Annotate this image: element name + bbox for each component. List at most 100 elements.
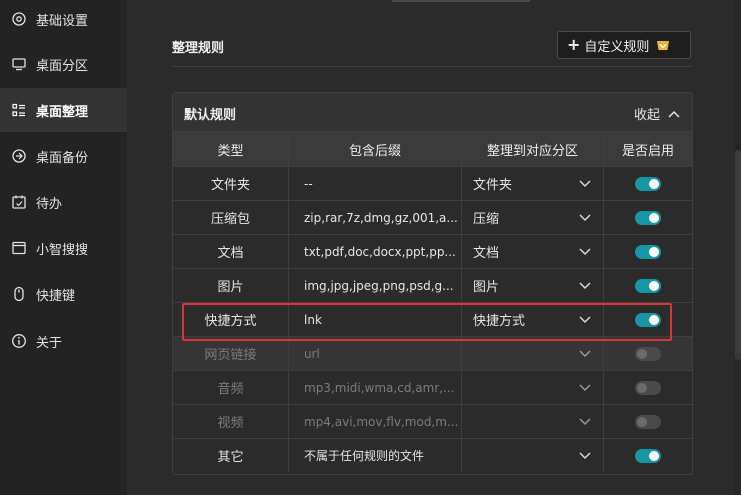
partition-select[interactable] xyxy=(461,439,603,472)
partition-select[interactable] xyxy=(461,337,603,370)
custom-rule-button[interactable]: + 自定义规则 xyxy=(557,31,691,59)
sidebar-item-search[interactable]: 小智搜搜 xyxy=(0,226,127,270)
mouse-icon xyxy=(11,286,27,302)
chevron-down-icon xyxy=(579,247,591,255)
table-row: 压缩包 zip,rar,7z,dmg,gz,001,a... 压缩 xyxy=(173,200,692,234)
rule-type: 文件夹 xyxy=(210,178,250,193)
enabled-cell xyxy=(603,303,692,336)
monitor-icon xyxy=(11,56,27,72)
chevron-down-icon xyxy=(579,349,591,357)
sidebar-item-about[interactable]: 关于 xyxy=(0,319,127,363)
enabled-cell xyxy=(603,201,692,234)
enabled-cell xyxy=(603,439,692,472)
collapse-label: 收起 xyxy=(633,108,660,123)
enable-toggle[interactable] xyxy=(635,448,661,463)
enable-toggle[interactable] xyxy=(635,176,661,191)
chevron-down-icon xyxy=(579,417,591,425)
section-divider xyxy=(172,66,692,67)
table-row: 文件夹 -- 文件夹 xyxy=(173,166,692,200)
sidebar-item-label: 小智搜搜 xyxy=(36,242,89,258)
rule-suffix: lnk xyxy=(288,303,461,336)
sidebar: 基础设置 桌面分区 桌面整理 桌面备份 待办 小智搜搜 快捷键 关于 xyxy=(0,0,127,495)
rule-suffix: zip,rar,7z,dmg,gz,001,a... xyxy=(288,201,461,234)
rule-suffix: txt,pdf,doc,docx,ppt,pp... xyxy=(288,235,461,268)
rule-type: 其它 xyxy=(217,450,244,465)
enable-toggle[interactable] xyxy=(635,346,661,361)
table-header: 类型 包含后缀 整理到对应分区 是否启用 xyxy=(173,131,692,166)
rule-type: 图片 xyxy=(217,280,244,295)
chevron-down-icon xyxy=(579,179,591,187)
table-row: 音频 mp3,midi,wma,cd,amr,... xyxy=(173,370,692,404)
partition-value: 文档 xyxy=(473,246,500,261)
toggle-knob xyxy=(649,212,659,223)
table-row: 视频 mp4,avi,mov,flv,mod,m... xyxy=(173,404,692,438)
table-row: 网页链接 url xyxy=(173,336,692,370)
info-icon xyxy=(11,333,27,349)
rule-type: 网页链接 xyxy=(204,348,257,363)
chevron-down-icon xyxy=(579,451,591,459)
column-header-type: 类型 xyxy=(217,143,244,159)
enable-toggle[interactable] xyxy=(635,380,661,395)
enabled-cell xyxy=(603,337,692,370)
column-header-partition: 整理到对应分区 xyxy=(461,132,603,166)
enabled-cell xyxy=(603,371,692,404)
sidebar-item-label: 待办 xyxy=(36,196,63,212)
sidebar-item-desktop-backup[interactable]: 桌面备份 xyxy=(0,134,127,178)
rule-suffix: img,jpg,jpeg,png,psd,g... xyxy=(288,269,461,302)
toggle-knob xyxy=(637,382,647,393)
collapse-button[interactable]: 收起 xyxy=(634,104,680,123)
custom-rule-label: 自定义规则 xyxy=(584,39,650,55)
chevron-down-icon xyxy=(579,315,591,323)
toggle-knob xyxy=(649,246,659,257)
enable-toggle[interactable] xyxy=(635,278,661,293)
enable-toggle[interactable] xyxy=(635,244,661,259)
partition-select[interactable]: 文件夹 xyxy=(461,167,603,200)
scrollbar-thumb[interactable] xyxy=(735,150,741,360)
rule-type: 压缩包 xyxy=(210,212,250,227)
plus-icon: + xyxy=(567,35,581,54)
sidebar-item-label: 关于 xyxy=(36,335,63,351)
enable-toggle[interactable] xyxy=(635,210,661,225)
table-row: 其它 不属于任何规则的文件 xyxy=(173,438,692,472)
rule-suffix: -- xyxy=(288,167,461,200)
top-edge-bar xyxy=(392,0,530,2)
vip-crown-icon xyxy=(657,41,670,50)
sidebar-item-basic-settings[interactable]: 基础设置 xyxy=(0,0,127,41)
rule-type: 音频 xyxy=(217,382,244,397)
partition-select[interactable]: 压缩 xyxy=(461,201,603,234)
scrollbar[interactable] xyxy=(735,0,741,495)
panel-title: 默认规则 xyxy=(184,108,237,123)
rule-type: 文档 xyxy=(217,246,244,261)
rule-suffix: url xyxy=(288,337,461,370)
gear-icon xyxy=(11,11,27,27)
partition-select[interactable] xyxy=(461,405,603,438)
table-row: 文档 txt,pdf,doc,docx,ppt,pp... 文档 xyxy=(173,234,692,268)
sidebar-item-todo[interactable]: 待办 xyxy=(0,180,127,224)
toggle-knob xyxy=(649,450,659,461)
rule-suffix: 不属于任何规则的文件 xyxy=(288,439,461,472)
enabled-cell xyxy=(603,167,692,200)
sidebar-item-shortcuts[interactable]: 快捷键 xyxy=(0,272,127,316)
backup-icon xyxy=(11,148,27,164)
window-icon xyxy=(11,240,27,256)
toggle-knob xyxy=(649,280,659,291)
partition-select[interactable]: 图片 xyxy=(461,269,603,302)
partition-value: 快捷方式 xyxy=(473,314,526,329)
partition-select[interactable]: 文档 xyxy=(461,235,603,268)
sidebar-item-desktop-partition[interactable]: 桌面分区 xyxy=(0,42,127,86)
sidebar-item-label: 桌面备份 xyxy=(36,150,89,166)
partition-value: 压缩 xyxy=(473,212,500,227)
toggle-knob xyxy=(649,178,659,189)
sidebar-item-desktop-organize[interactable]: 桌面整理 xyxy=(0,88,127,132)
rule-type: 视频 xyxy=(217,416,244,431)
chevron-down-icon xyxy=(579,213,591,221)
rule-suffix: mp3,midi,wma,cd,amr,... xyxy=(288,371,461,404)
partition-select[interactable]: 快捷方式 xyxy=(461,303,603,336)
chevron-down-icon xyxy=(579,383,591,391)
enable-toggle[interactable] xyxy=(635,414,661,429)
enabled-cell xyxy=(603,269,692,302)
partition-select[interactable] xyxy=(461,371,603,404)
rules-table: 类型 包含后缀 整理到对应分区 是否启用 文件夹 -- 文件夹 压缩包 zip,rar,… xyxy=(173,131,692,472)
enable-toggle[interactable] xyxy=(635,312,661,327)
column-header-enabled: 是否启用 xyxy=(603,132,692,166)
